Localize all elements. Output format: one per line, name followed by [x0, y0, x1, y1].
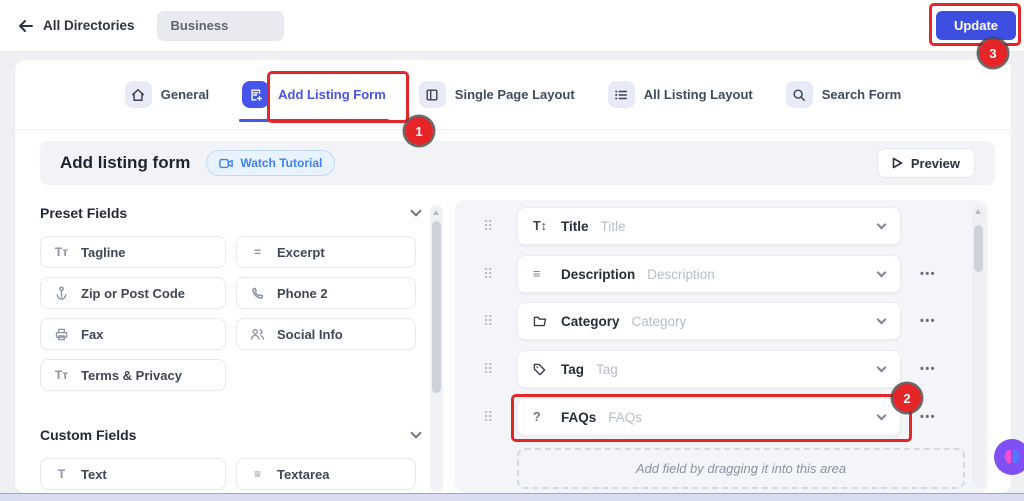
tab-label: All Listing Layout [644, 87, 753, 102]
watch-tutorial-label: Watch Tutorial [240, 156, 322, 170]
form-plus-icon [242, 81, 269, 108]
form-row-card[interactable]: Category Category [517, 302, 901, 340]
chevron-down-icon [877, 315, 887, 325]
back-arrow-icon [18, 19, 34, 33]
page-title: Add listing form [60, 153, 190, 173]
chevron-down-icon [410, 427, 421, 438]
field-card-text[interactable]: T Text [40, 458, 226, 490]
back-to-directories[interactable]: All Directories [18, 18, 135, 33]
row-options-menu-icon[interactable]: ••• [913, 255, 943, 293]
preset-fields-title: Preset Fields [40, 205, 127, 221]
top-bar: All Directories Business Update [0, 0, 1024, 52]
field-card-phone2[interactable]: Phone 2 [236, 277, 416, 309]
form-row-category: ⠿ Category Category ••• [455, 302, 988, 340]
tab-label: Add Listing Form [278, 87, 386, 102]
form-row-title: ⠿ T↕ Title Title [455, 207, 988, 245]
video-camera-icon [219, 158, 233, 169]
people-icon [249, 328, 266, 340]
description-lines-icon: ≡ [533, 267, 551, 281]
field-card-social-info[interactable]: Social Info [236, 318, 416, 350]
field-card-fax[interactable]: Fax [40, 318, 226, 350]
field-card-terms-privacy[interactable]: Tт Terms & Privacy [40, 359, 226, 391]
chevron-down-icon [877, 268, 887, 278]
printer-icon [53, 328, 70, 341]
viewport-bottom-strip [0, 493, 1024, 501]
back-label: All Directories [43, 18, 135, 33]
phone-icon [249, 287, 266, 300]
field-card-zip[interactable]: Zip or Post Code [40, 277, 226, 309]
field-card-excerpt[interactable]: = Excerpt [236, 236, 416, 268]
left-panel-scrollbar[interactable] [430, 205, 443, 492]
search-icon [786, 81, 813, 108]
chevron-down-icon [877, 220, 887, 230]
text-style-icon: Tт [53, 368, 70, 382]
chevron-down-icon [877, 363, 887, 373]
drag-drop-zone[interactable]: Add field by dragging it into this area [517, 448, 965, 489]
update-button[interactable]: Update [936, 11, 1016, 40]
tab-search-form[interactable]: Search Form [786, 60, 901, 130]
form-row-card[interactable]: Tag Tag [517, 350, 901, 388]
chevron-down-icon [410, 205, 421, 216]
scroll-up-arrow-icon[interactable] [975, 209, 981, 214]
list-icon [608, 81, 635, 108]
custom-fields-title: Custom Fields [40, 427, 136, 443]
form-row-description: ⠿ ≡ Description Description ••• [455, 255, 988, 293]
form-row-tag: ⠿ Tag Tag ••• [455, 350, 988, 388]
tab-single-page-layout[interactable]: Single Page Layout [419, 60, 575, 130]
chevron-down-icon [877, 411, 887, 421]
play-icon [892, 157, 903, 169]
row-options-menu-icon[interactable]: ••• [913, 302, 943, 340]
tag-icon [533, 363, 551, 376]
form-builder-scrollbar[interactable] [972, 204, 985, 488]
form-row-card[interactable]: ≡ Description Description [517, 255, 901, 293]
text-icon: T [53, 467, 70, 481]
form-row-faqs: ⠿ ? FAQs FAQs ••• [455, 398, 988, 436]
row-options-menu-icon[interactable]: ••• [913, 398, 943, 436]
textarea-lines-icon: ≡ [249, 467, 266, 481]
settings-tab-bar: General Add Listing Form Single Page Lay… [15, 60, 1011, 130]
tab-label: Search Form [822, 87, 901, 102]
preset-fields-header[interactable]: Preset Fields [40, 205, 420, 221]
title-field-icon: T↕ [533, 219, 551, 233]
form-row-card[interactable]: ? FAQs FAQs [517, 398, 901, 436]
drag-handle-icon[interactable]: ⠿ [483, 407, 493, 427]
preset-fields-grid: Tт Tagline = Excerpt Zip or Post Code [40, 236, 420, 391]
tab-add-listing-form[interactable]: Add Listing Form [242, 60, 386, 130]
watch-tutorial-button[interactable]: Watch Tutorial [206, 150, 335, 176]
lines-icon: = [249, 245, 266, 259]
scrollbar-thumb[interactable] [974, 225, 983, 272]
folder-icon [533, 315, 551, 327]
tab-general[interactable]: General [125, 60, 209, 130]
drag-handle-icon[interactable]: ⠿ [483, 216, 493, 236]
question-mark-icon: ? [533, 410, 551, 424]
preview-button[interactable]: Preview [877, 148, 975, 178]
drag-handle-icon[interactable]: ⠿ [483, 264, 493, 284]
custom-fields-header[interactable]: Custom Fields [40, 427, 420, 443]
field-card-textarea[interactable]: ≡ Textarea [236, 458, 416, 490]
drag-handle-icon[interactable]: ⠿ [483, 311, 493, 331]
tab-all-listing-layout[interactable]: All Listing Layout [608, 60, 753, 130]
tab-label: Single Page Layout [455, 87, 575, 102]
fields-sidebar: Preset Fields Tт Tagline = Excerpt Zip o… [40, 205, 420, 490]
custom-fields-grid: T Text ≡ Textarea [40, 458, 420, 490]
scroll-up-arrow-icon[interactable] [433, 210, 439, 215]
assistant-widget-button[interactable] [994, 439, 1024, 475]
field-card-tagline[interactable]: Tт Tagline [40, 236, 226, 268]
text-style-icon: Tт [53, 245, 70, 259]
form-row-card[interactable]: T↕ Title Title [517, 207, 901, 245]
page-layout-icon [419, 81, 446, 108]
directory-name-chip[interactable]: Business [157, 11, 284, 41]
anchor-pin-icon [53, 286, 70, 300]
home-icon [125, 81, 152, 108]
drag-handle-icon[interactable]: ⠿ [483, 359, 493, 379]
row-options-menu-icon[interactable]: ••• [913, 350, 943, 388]
scrollbar-thumb[interactable] [432, 221, 441, 393]
brain-icon [1002, 448, 1022, 466]
drop-zone-hint: Add field by dragging it into this area [636, 461, 846, 476]
form-builder-canvas: ⠿ T↕ Title Title ⠿ ≡ Description Descrip… [455, 200, 988, 493]
preview-label: Preview [911, 156, 960, 171]
builder-header-bar: Add listing form Watch Tutorial Preview [40, 141, 995, 185]
tab-label: General [161, 87, 209, 102]
